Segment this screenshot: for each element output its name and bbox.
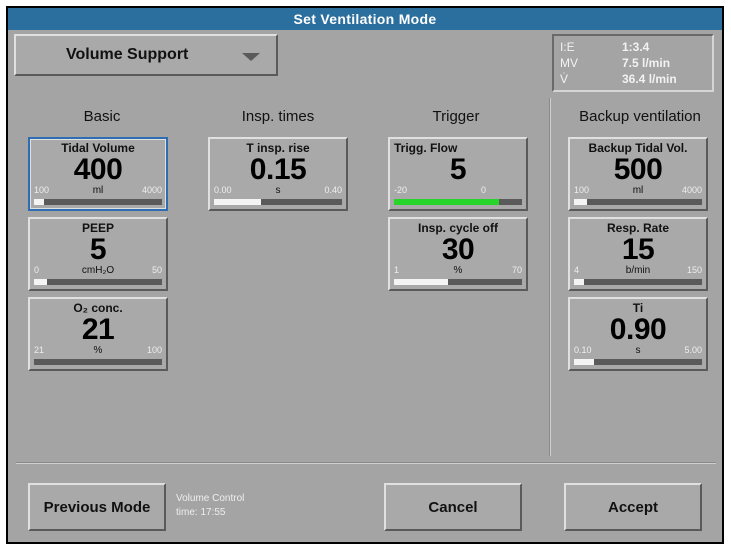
param-max: 4000 [681,185,702,195]
param-value: 400 [73,153,123,186]
param-level-fill [214,199,262,205]
param-level-track [34,279,162,285]
mode-dropdown[interactable]: Volume Support [14,34,278,76]
param-min: -20 [394,185,408,195]
param-max: 50 [151,265,162,275]
param-level-track [394,199,522,205]
column-divider [549,98,551,456]
chevron-down-icon [242,53,260,61]
previous-mode-name: Volume Control [176,493,245,504]
status-value: 1:3.4 [622,40,650,54]
param-t-insp-rise[interactable]: T insp. rise 0.15 s 0.00 0.40 [208,137,348,211]
param-max: 70 [511,265,522,275]
param-unit: cmH₂O [81,265,115,276]
mode-dropdown-value: Volume Support [66,46,189,63]
previous-mode-time: time: 17:55 [176,507,226,518]
cancel-button[interactable]: Cancel [384,483,522,531]
previous-mode-button[interactable]: Previous Mode [28,483,166,531]
status-value: 7.5 l/min [622,56,671,70]
param-backup-tidal-vol[interactable]: Backup Tidal Vol. 500 ml 100 4000 [568,137,708,211]
param-level-fill [574,199,587,205]
param-max: 4000 [141,185,162,195]
column-heading-backup: Backup ventilation [579,108,701,125]
param-level-track [574,359,702,365]
param-value: 5 [89,233,107,266]
param-unit: b/min [625,265,651,276]
window-title: Set Ventilation Mode [8,8,722,30]
status-row-flow: V̇ 36.4 l/min [560,71,706,87]
param-max: 0.40 [324,185,342,195]
param-min: 100 [34,185,50,195]
status-key: I:E [560,40,575,54]
param-level-track [214,199,342,205]
param-level-fill [394,279,448,285]
param-level-track [34,199,162,205]
param-o2-conc[interactable]: O₂ conc. 21 % 21 100 [28,297,168,371]
param-min: 0.00 [214,185,232,195]
param-insp-cycle-off[interactable]: Insp. cycle off 30 % 1 70 [388,217,528,291]
status-value: 36.4 l/min [622,72,677,86]
param-value: 0.90 [609,313,667,346]
status-readout: I:E 1:3.4 MV 7.5 l/min V̇ 36.4 l/min [552,34,714,92]
param-peep[interactable]: PEEP 5 cmH₂O 0 50 [28,217,168,291]
param-min: 1 [394,265,400,275]
param-level-track [574,279,702,285]
ventilation-mode-window: Set Ventilation Mode Volume Support I:E … [6,6,724,544]
param-tidal-volume[interactable]: Tidal Volume 400 ml 100 4000 [28,137,168,211]
column-heading-basic: Basic [83,108,121,125]
param-level-track [34,359,162,365]
param-resp-rate[interactable]: Resp. Rate 15 b/min 4 150 [568,217,708,291]
param-min: 100 [574,185,590,195]
param-value: 21 [81,313,115,346]
footer-divider [16,462,716,464]
param-level-track [394,279,522,285]
param-level-fill [574,359,595,365]
param-min: 4 [574,265,580,275]
accept-button[interactable]: Accept [564,483,702,531]
param-value: 30 [441,233,475,266]
param-trigg-flow[interactable]: Trigg. Flow 5 -20 0 [388,137,528,211]
param-min: 0.10 [574,345,592,355]
param-max: 150 [686,265,702,275]
param-max: 100 [146,345,162,355]
param-level-fill [34,199,45,205]
param-max: 0 [480,185,486,195]
status-key: V̇ [560,72,569,86]
param-value: 5 [449,153,467,186]
param-min: 0 [34,265,40,275]
param-level-fill [574,279,585,285]
status-row-mv: MV 7.5 l/min [560,55,706,71]
param-ti[interactable]: Ti 0.90 s 0.10 5.00 [568,297,708,371]
param-max: 5.00 [684,345,702,355]
column-heading-trigger: Trigger [432,108,480,125]
param-min: 21 [34,345,45,355]
param-unit: % [453,265,463,276]
param-level-fill [394,199,499,205]
param-value: 15 [621,233,655,266]
param-level-fill [34,279,47,285]
column-heading-insp-times: Insp. times [241,108,315,125]
param-level-track [574,199,702,205]
param-unit: % [93,345,103,356]
status-key: MV [560,56,578,70]
status-row-ie: I:E 1:3.4 [560,39,706,55]
previous-mode-info: Volume Control time: 17:55 [176,492,244,520]
param-value: 0.15 [249,153,307,186]
param-value: 500 [613,153,663,186]
